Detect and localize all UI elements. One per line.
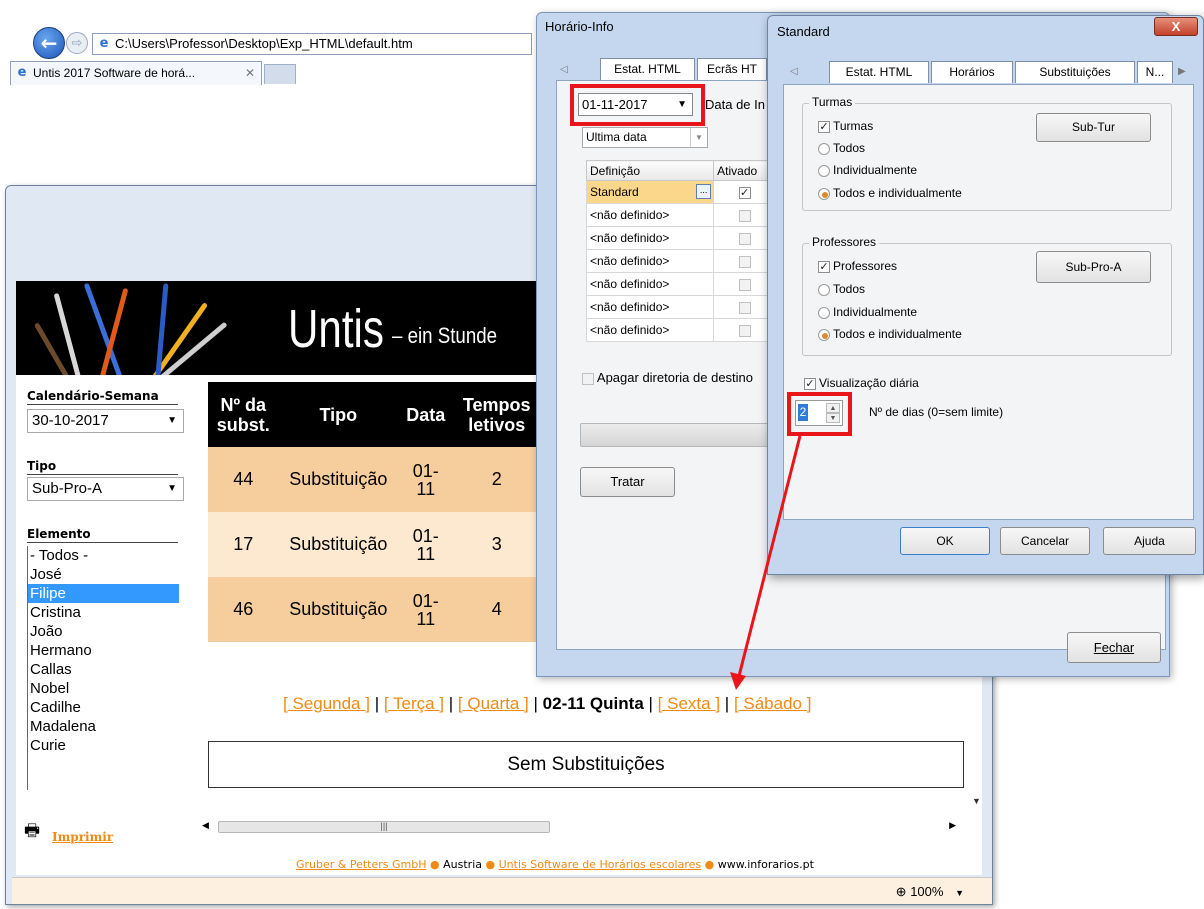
- arrow-head-icon: [730, 672, 746, 690]
- annotation-arrow: [730, 435, 802, 690]
- arrow-line: [736, 435, 802, 681]
